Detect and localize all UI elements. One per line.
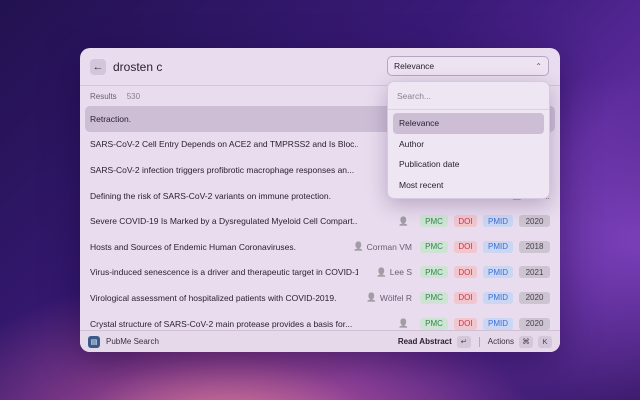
result-author: 👤 <box>398 318 412 329</box>
result-title: Crystal structure of SARS-CoV-2 main pro… <box>90 318 353 329</box>
pmid-badge[interactable]: PMID <box>483 266 513 279</box>
result-author: 👤 Corman VM <box>353 241 412 252</box>
year-badge: 2020 <box>519 291 550 304</box>
person-icon: 👤 <box>366 292 377 303</box>
pubme-logo-icon: ▤ <box>88 335 100 348</box>
pmc-badge[interactable]: PMC <box>420 317 448 330</box>
app-name: PubMe Search <box>106 337 159 346</box>
result-title: Virological assessment of hospitalized p… <box>90 292 337 303</box>
result-author: 👤 Lee S <box>376 267 412 278</box>
result-row[interactable]: Hosts and Sources of Endemic Human Coron… <box>85 234 555 260</box>
doi-badge[interactable]: DOI <box>454 240 477 253</box>
year-badge: 2018 <box>519 240 550 253</box>
command-key-icon: ⌘ <box>519 335 533 348</box>
back-button[interactable]: ← <box>90 58 106 75</box>
year-badge: 2021 <box>519 266 550 279</box>
chevron-updown-icon: ⌃ <box>535 61 542 71</box>
doi-badge[interactable]: DOI <box>454 291 477 304</box>
dropdown-search-input[interactable]: Search... <box>388 82 549 110</box>
doi-badge[interactable]: DOI <box>454 317 477 330</box>
result-title: Retraction. <box>90 113 132 124</box>
sort-select-value: Relevance <box>394 61 435 71</box>
enter-key-icon: ↵ <box>456 335 471 348</box>
result-title: Severe COVID-19 Is Marked by a Dysregula… <box>90 216 358 227</box>
sort-dropdown: Search... Relevance Author Publication dat… <box>387 81 550 199</box>
footer-divider <box>478 336 480 347</box>
pmid-badge[interactable]: PMID <box>483 215 513 228</box>
result-row[interactable]: Severe COVID-19 Is Marked by a Dysregula… <box>85 208 555 234</box>
result-author: 👤 <box>398 216 412 227</box>
year-badge: 2020 <box>519 215 550 228</box>
result-title: Hosts and Sources of Endemic Human Coron… <box>90 241 296 252</box>
result-row[interactable]: Virological assessment of hospitalized p… <box>85 285 555 311</box>
results-label: Results <box>90 92 117 101</box>
result-tags: PMC DOI PMID 2020 <box>420 317 550 330</box>
result-tags: PMC DOI PMID 2021 <box>420 266 550 279</box>
year-badge: 2020 <box>519 317 550 330</box>
pmc-badge[interactable]: PMC <box>420 266 448 279</box>
doi-badge[interactable]: DOI <box>454 266 477 279</box>
result-title: SARS-CoV-2 infection triggers profibroti… <box>90 164 355 175</box>
k-key-icon: K <box>538 335 552 348</box>
result-author: 👤 Wölfel R <box>366 292 412 303</box>
sort-option[interactable]: Author <box>393 134 544 155</box>
sort-select[interactable]: Relevance ⌃ <box>387 56 549 76</box>
person-icon: 👤 <box>398 318 409 329</box>
footer: ▤ PubMe Search Read Abstract ↵ Actions ⌘… <box>80 330 560 352</box>
author-name: Wölfel R <box>379 292 412 303</box>
result-tags: PMC DOI PMID 2018 <box>420 240 550 253</box>
doi-badge[interactable]: DOI <box>454 215 477 228</box>
pmc-badge[interactable]: PMC <box>420 215 448 228</box>
result-tags: PMC DOI PMID 2020 <box>420 291 550 304</box>
pmc-badge[interactable]: PMC <box>420 291 448 304</box>
result-title: Virus-induced senescence is a driver and… <box>90 267 358 278</box>
results-count: 530 <box>126 92 141 101</box>
pmc-badge[interactable]: PMC <box>420 240 448 253</box>
person-icon: 👤 <box>376 266 387 277</box>
result-title: Defining the risk of SARS-CoV-2 variants… <box>90 190 331 201</box>
dropdown-options: Relevance Author Publication date Most rece… <box>388 110 549 195</box>
result-tags: PMC DOI PMID 2020 <box>420 215 550 228</box>
author-name: Corman VM <box>366 241 412 252</box>
pmid-badge[interactable]: PMID <box>483 317 513 330</box>
sort-option[interactable]: Publication date <box>393 154 544 175</box>
result-title: SARS-CoV-2 Cell Entry Depends on ACE2 an… <box>90 139 358 150</box>
results-header: Results 530 <box>90 92 140 101</box>
sort-option[interactable]: Relevance <box>393 113 544 134</box>
actions-button[interactable]: Actions <box>488 337 514 346</box>
person-icon: 👤 <box>398 215 409 226</box>
read-abstract-button[interactable]: Read Abstract <box>398 337 452 346</box>
pmid-badge[interactable]: PMID <box>483 240 513 253</box>
search-query[interactable]: drosten c <box>113 60 162 74</box>
result-row[interactable]: Virus-induced senescence is a driver and… <box>85 260 555 286</box>
pmid-badge[interactable]: PMID <box>483 291 513 304</box>
arrow-left-icon: ← <box>92 60 104 73</box>
person-icon: 👤 <box>353 241 364 252</box>
sort-option[interactable]: Most recent <box>393 175 544 196</box>
author-name: Lee S <box>389 267 412 278</box>
